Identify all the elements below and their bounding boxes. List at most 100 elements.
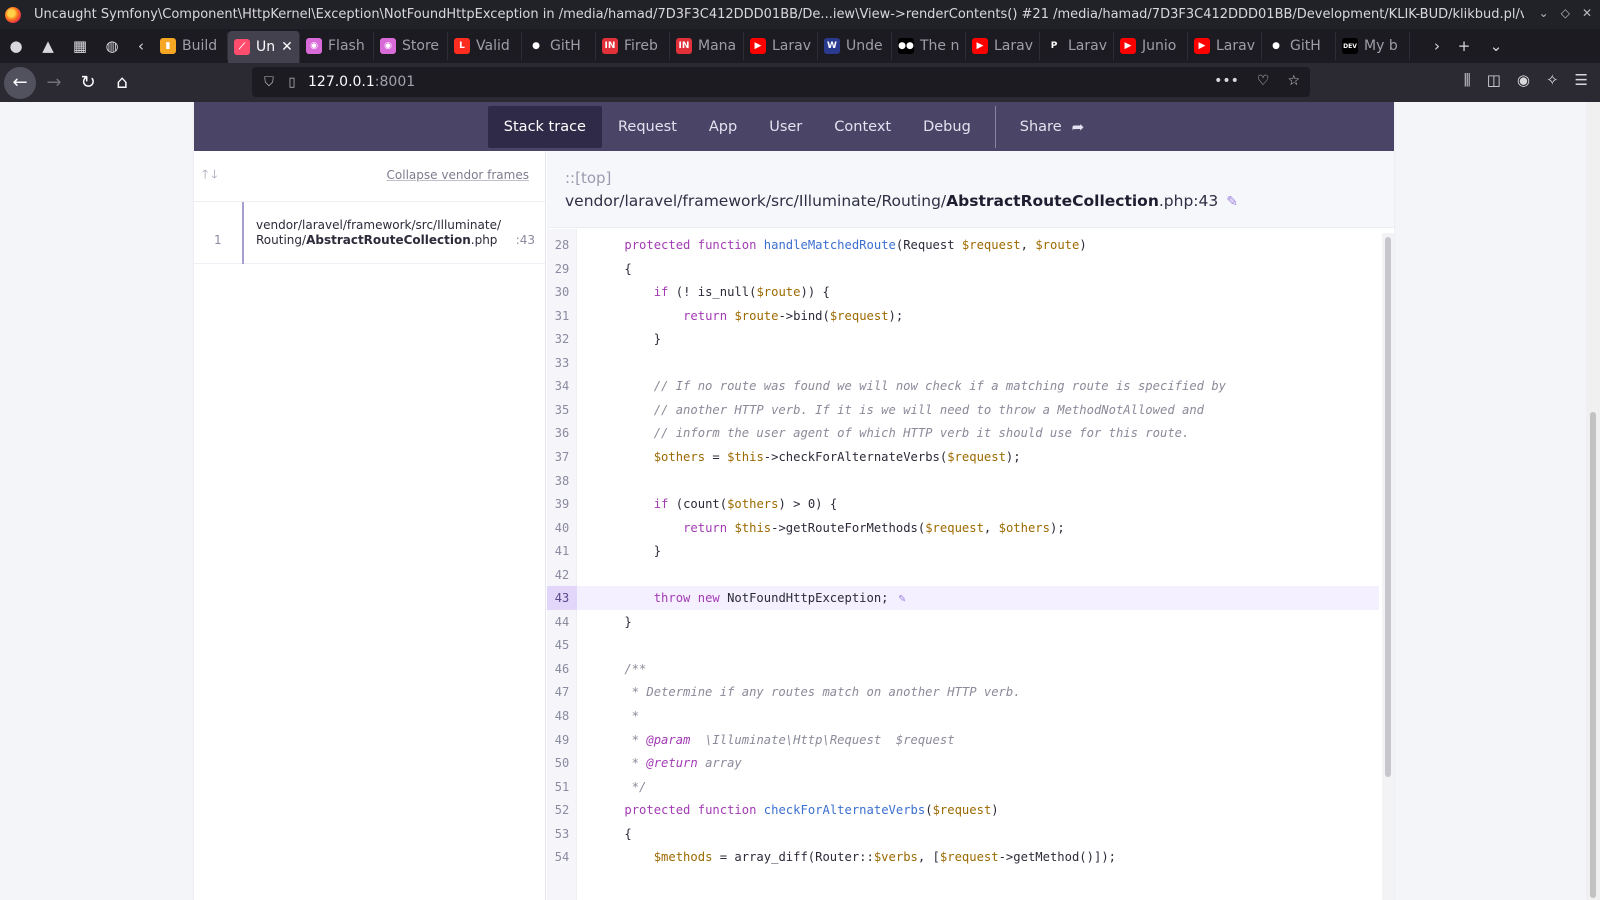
new-tab-icon[interactable]: + [1448, 32, 1480, 60]
close-tab-icon[interactable]: ✕ [281, 39, 293, 55]
code-line: 47 * Determine if any routes match on an… [547, 680, 1379, 704]
tab-label: Junio [1142, 38, 1177, 54]
tab-user[interactable]: User [753, 106, 818, 148]
browser-tab[interactable]: ◉ Flash [300, 32, 374, 60]
line-number: 34 [554, 379, 570, 394]
file-name: AbstractRouteCollection [946, 192, 1159, 210]
browser-tab[interactable]: IN Mana [670, 32, 744, 60]
tab-debug[interactable]: Debug [907, 106, 987, 148]
bookmark-star-icon[interactable]: ☆ [1287, 73, 1300, 89]
line-number: 41 [554, 544, 570, 559]
line-number: 37 [554, 449, 570, 464]
url-port[interactable]: :8001 [375, 74, 415, 90]
line-number: 30 [554, 285, 570, 300]
line-source: * @param \Illuminate\Http\Request $reque… [595, 732, 955, 747]
url-host[interactable]: 127.0.0.1 [308, 74, 375, 90]
frame-file-ext: .php [470, 233, 498, 247]
code-line: 33 [547, 351, 1379, 375]
line-number: 48 [554, 709, 570, 723]
tab-list-icon[interactable]: ⌄ [1480, 32, 1512, 60]
highlighted-code-line: 43 throw new NotFoundHttpException; ✎ [547, 586, 1379, 611]
minimize-icon[interactable]: ⌄ [1539, 6, 1549, 20]
account-icon[interactable]: ◉ [1517, 71, 1530, 89]
open-line-in-editor-icon[interactable]: ✎ [899, 591, 906, 605]
code-line: 50 * @return array [547, 751, 1379, 775]
tab-app[interactable]: App [693, 106, 753, 148]
tab-label: Larav [1216, 38, 1255, 54]
page-scrollbar-thumb[interactable] [1590, 412, 1596, 898]
extensions-icon[interactable]: ✧ [1546, 71, 1559, 89]
browser-tab[interactable]: ◉ Store [374, 32, 448, 60]
tabs-scroll-left-icon[interactable]: ‹ [128, 32, 154, 60]
in-icon: IN [602, 38, 618, 54]
browser-tab[interactable]: W Unde [818, 32, 892, 60]
tabs-scroll-right-icon[interactable]: › [1426, 32, 1448, 60]
page-info-icon[interactable]: ▯ [282, 75, 302, 90]
code-line: 39 if (count($others) > 0) { [547, 492, 1379, 516]
back-button[interactable]: ← [4, 66, 36, 99]
browser-tab[interactable]: P Larav [1040, 32, 1114, 60]
stack-frame-item[interactable]: 1 vendor/laravel/framework/src/Illuminat… [194, 202, 545, 264]
line-number: 33 [554, 355, 570, 370]
line-number: 47 [554, 685, 570, 700]
github-pinned-icon[interactable]: ● [0, 32, 32, 60]
code-line: 35 // another HTTP verb. If it is we wil… [547, 398, 1379, 422]
hamburger-menu-icon[interactable]: ☰ [1575, 71, 1588, 89]
line-number: 31 [554, 308, 570, 323]
browser-tab[interactable]: DEV My b [1336, 32, 1410, 60]
sidebar-toggle-icon[interactable]: ◫ [1487, 71, 1501, 89]
tab-label: GitH [550, 38, 581, 54]
line-source: * @return array [595, 756, 742, 771]
page-scrollbar[interactable] [1586, 102, 1600, 900]
browser-tab[interactable]: ▶ Junio [1114, 32, 1188, 60]
browser-tab[interactable]: ▶ Larav [966, 32, 1040, 60]
browser-tab[interactable]: L Valid [448, 32, 522, 60]
browser-tab[interactable]: ●● The n [892, 32, 966, 60]
browser-tab[interactable]: IN Fireb [596, 32, 670, 60]
code-snippet[interactable]: 28 protected function handleMatchedRoute… [547, 229, 1379, 900]
browser-tab[interactable]: ▮ Build [154, 32, 228, 60]
pocket-icon[interactable]: ♡ [1257, 73, 1270, 89]
browser-tab[interactable]: ▶ Larav [1188, 32, 1262, 60]
ignition-tab-menu: Stack trace Request App User Context Deb… [194, 102, 1394, 151]
frame-navigation-arrows[interactable]: 🡑🡓 [202, 165, 221, 186]
url-bar[interactable]: ⛉ ▯ 127.0.0.1:8001 ••• ♡ ☆ [252, 67, 1310, 97]
browser-tab[interactable]: ● GitH [522, 32, 596, 60]
tab-label: Store [402, 38, 440, 54]
tab-label: Valid [476, 38, 510, 54]
code-scrollbar-thumb[interactable] [1385, 237, 1391, 777]
arrow-down-icon[interactable]: 🡓 [211, 167, 220, 181]
close-window-icon[interactable]: ✕ [1582, 6, 1592, 20]
warning-pinned-icon[interactable]: ▲ [32, 32, 64, 60]
line-source: $others = $this->checkForAlternateVerbs(… [653, 449, 1021, 464]
chart-pinned-icon[interactable]: ▦ [64, 32, 96, 60]
youtube-icon: ▶ [1194, 38, 1210, 54]
maximize-icon[interactable]: ◇ [1561, 6, 1570, 20]
code-line: 36 // inform the user agent of which HTT… [547, 421, 1379, 445]
line-source: return $route->bind($request); [683, 308, 904, 323]
sidebar-header: 🡑🡓 Collapse vendor frames [194, 151, 545, 202]
tab-request[interactable]: Request [602, 106, 693, 148]
library-icon[interactable]: ⫼ [1464, 71, 1471, 89]
reload-button[interactable]: ↻ [72, 67, 104, 99]
page-actions-icon[interactable]: ••• [1214, 73, 1239, 89]
tracking-shield-icon[interactable]: ⛉ [256, 75, 282, 90]
arrow-up-icon[interactable]: 🡑 [202, 167, 211, 181]
tab-context[interactable]: Context [818, 106, 907, 148]
tab-label: Fireb [624, 38, 658, 54]
home-button[interactable]: ⌂ [106, 67, 138, 99]
code-line: 38 [547, 469, 1379, 493]
browser-tab[interactable]: ▶ Larav [744, 32, 818, 60]
code-scrollbar[interactable] [1382, 233, 1394, 900]
collapse-vendor-frames-link[interactable]: Collapse vendor frames [387, 168, 529, 182]
line-source: { [595, 826, 632, 841]
tab-label: Flash [328, 38, 365, 54]
browser-tab[interactable]: ● GitH [1262, 32, 1336, 60]
open-in-editor-icon[interactable]: ✎ [1226, 194, 1238, 210]
tab-stack-trace[interactable]: Stack trace [487, 105, 602, 148]
code-line: 42 [547, 563, 1379, 587]
share-button[interactable]: Share ➦ [1004, 106, 1100, 148]
browser-tab[interactable]: ⟋ Un ✕ [228, 31, 300, 63]
forward-button[interactable]: → [38, 67, 70, 99]
python-pinned-icon[interactable]: ◍ [96, 32, 128, 60]
